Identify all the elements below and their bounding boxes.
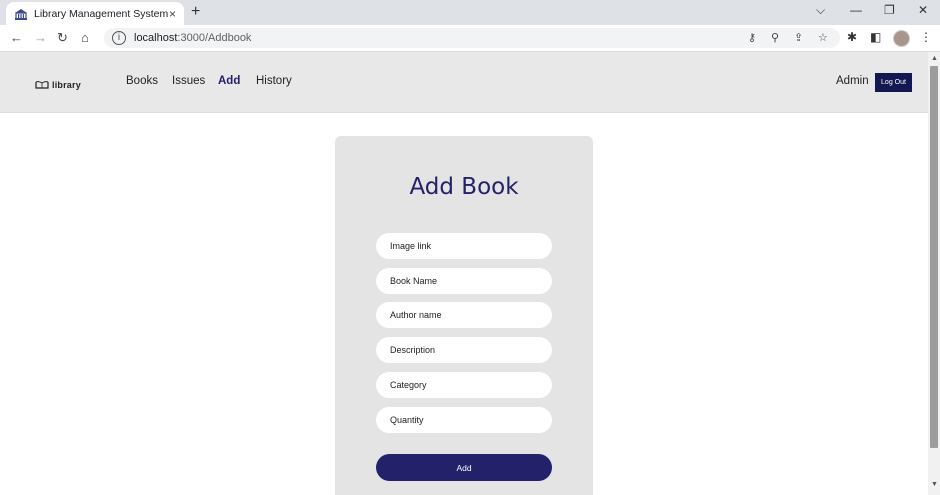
tab-title: Library Management System bbox=[34, 7, 169, 20]
nav-link-history[interactable]: History bbox=[256, 75, 292, 87]
browser-tab-strip: Library Management System × + ⌵ — ❐ ✕ bbox=[0, 0, 940, 25]
url-text: localhost:3000/Addbook bbox=[134, 32, 251, 44]
logout-button[interactable]: Log Out bbox=[875, 73, 912, 92]
book-name-input[interactable] bbox=[376, 268, 552, 294]
add-book-card: Add Book Add bbox=[335, 136, 593, 495]
image-link-input[interactable] bbox=[376, 233, 552, 259]
side-panel-icon[interactable]: ◧ bbox=[870, 30, 881, 44]
author-name-input[interactable] bbox=[376, 302, 552, 328]
home-icon[interactable]: ⌂ bbox=[81, 30, 89, 46]
site-info-icon[interactable]: i bbox=[112, 31, 126, 45]
share-icon[interactable]: ⇪ bbox=[794, 31, 803, 44]
scrollbar-thumb[interactable] bbox=[930, 66, 938, 448]
tab-close-icon[interactable]: × bbox=[169, 7, 176, 21]
browser-menu-icon[interactable]: ⋮ bbox=[920, 30, 932, 44]
nav-link-add[interactable]: Add bbox=[218, 75, 240, 87]
scroll-up-arrow-icon[interactable]: ▲ bbox=[931, 55, 938, 62]
quantity-input[interactable] bbox=[376, 407, 552, 433]
restore-icon[interactable]: ❐ bbox=[884, 3, 895, 17]
category-input[interactable] bbox=[376, 372, 552, 398]
reload-icon[interactable]: ↻ bbox=[57, 30, 68, 46]
library-favicon-icon bbox=[14, 7, 28, 21]
site-navbar: library Books Issues Add History Admin L… bbox=[0, 52, 928, 113]
admin-label: Admin bbox=[836, 75, 869, 87]
add-book-button[interactable]: Add bbox=[376, 454, 552, 481]
form-title: Add Book bbox=[409, 174, 519, 200]
browser-tab[interactable]: Library Management System × bbox=[6, 2, 184, 25]
site-logo[interactable]: library bbox=[35, 76, 81, 94]
description-input[interactable] bbox=[376, 337, 552, 363]
new-tab-icon[interactable]: + bbox=[191, 3, 200, 21]
logo-text: library bbox=[52, 80, 81, 90]
forward-icon[interactable]: → bbox=[34, 30, 47, 46]
scroll-down-arrow-icon[interactable]: ▼ bbox=[931, 481, 938, 488]
profile-avatar[interactable] bbox=[893, 30, 910, 47]
page-scrollbar[interactable]: ▲ ▼ bbox=[928, 52, 940, 495]
url-path: :3000/Addbook bbox=[177, 32, 252, 44]
zoom-icon[interactable]: ⚲ bbox=[771, 31, 779, 44]
url-host: localhost bbox=[134, 32, 178, 44]
extensions-icon[interactable]: ✱ bbox=[847, 30, 857, 44]
nav-link-issues[interactable]: Issues bbox=[172, 75, 205, 87]
minimize-icon[interactable]: — bbox=[850, 3, 862, 17]
browser-toolbar: ← → ↻ ⌂ i localhost:3000/Addbook ⚷ ⚲ ⇪ ☆ bbox=[0, 25, 940, 52]
open-book-icon bbox=[35, 76, 49, 94]
back-icon[interactable]: ← bbox=[10, 30, 23, 46]
key-icon[interactable]: ⚷ bbox=[748, 31, 756, 44]
close-window-icon[interactable]: ✕ bbox=[918, 3, 928, 17]
bookmark-star-icon[interactable]: ☆ bbox=[818, 31, 828, 44]
page-viewport: library Books Issues Add History Admin L… bbox=[0, 52, 928, 495]
tab-search-chevron-icon[interactable]: ⌵ bbox=[816, 3, 825, 18]
address-bar[interactable]: i localhost:3000/Addbook ⚷ ⚲ ⇪ ☆ bbox=[104, 28, 840, 48]
nav-link-books[interactable]: Books bbox=[126, 75, 158, 87]
